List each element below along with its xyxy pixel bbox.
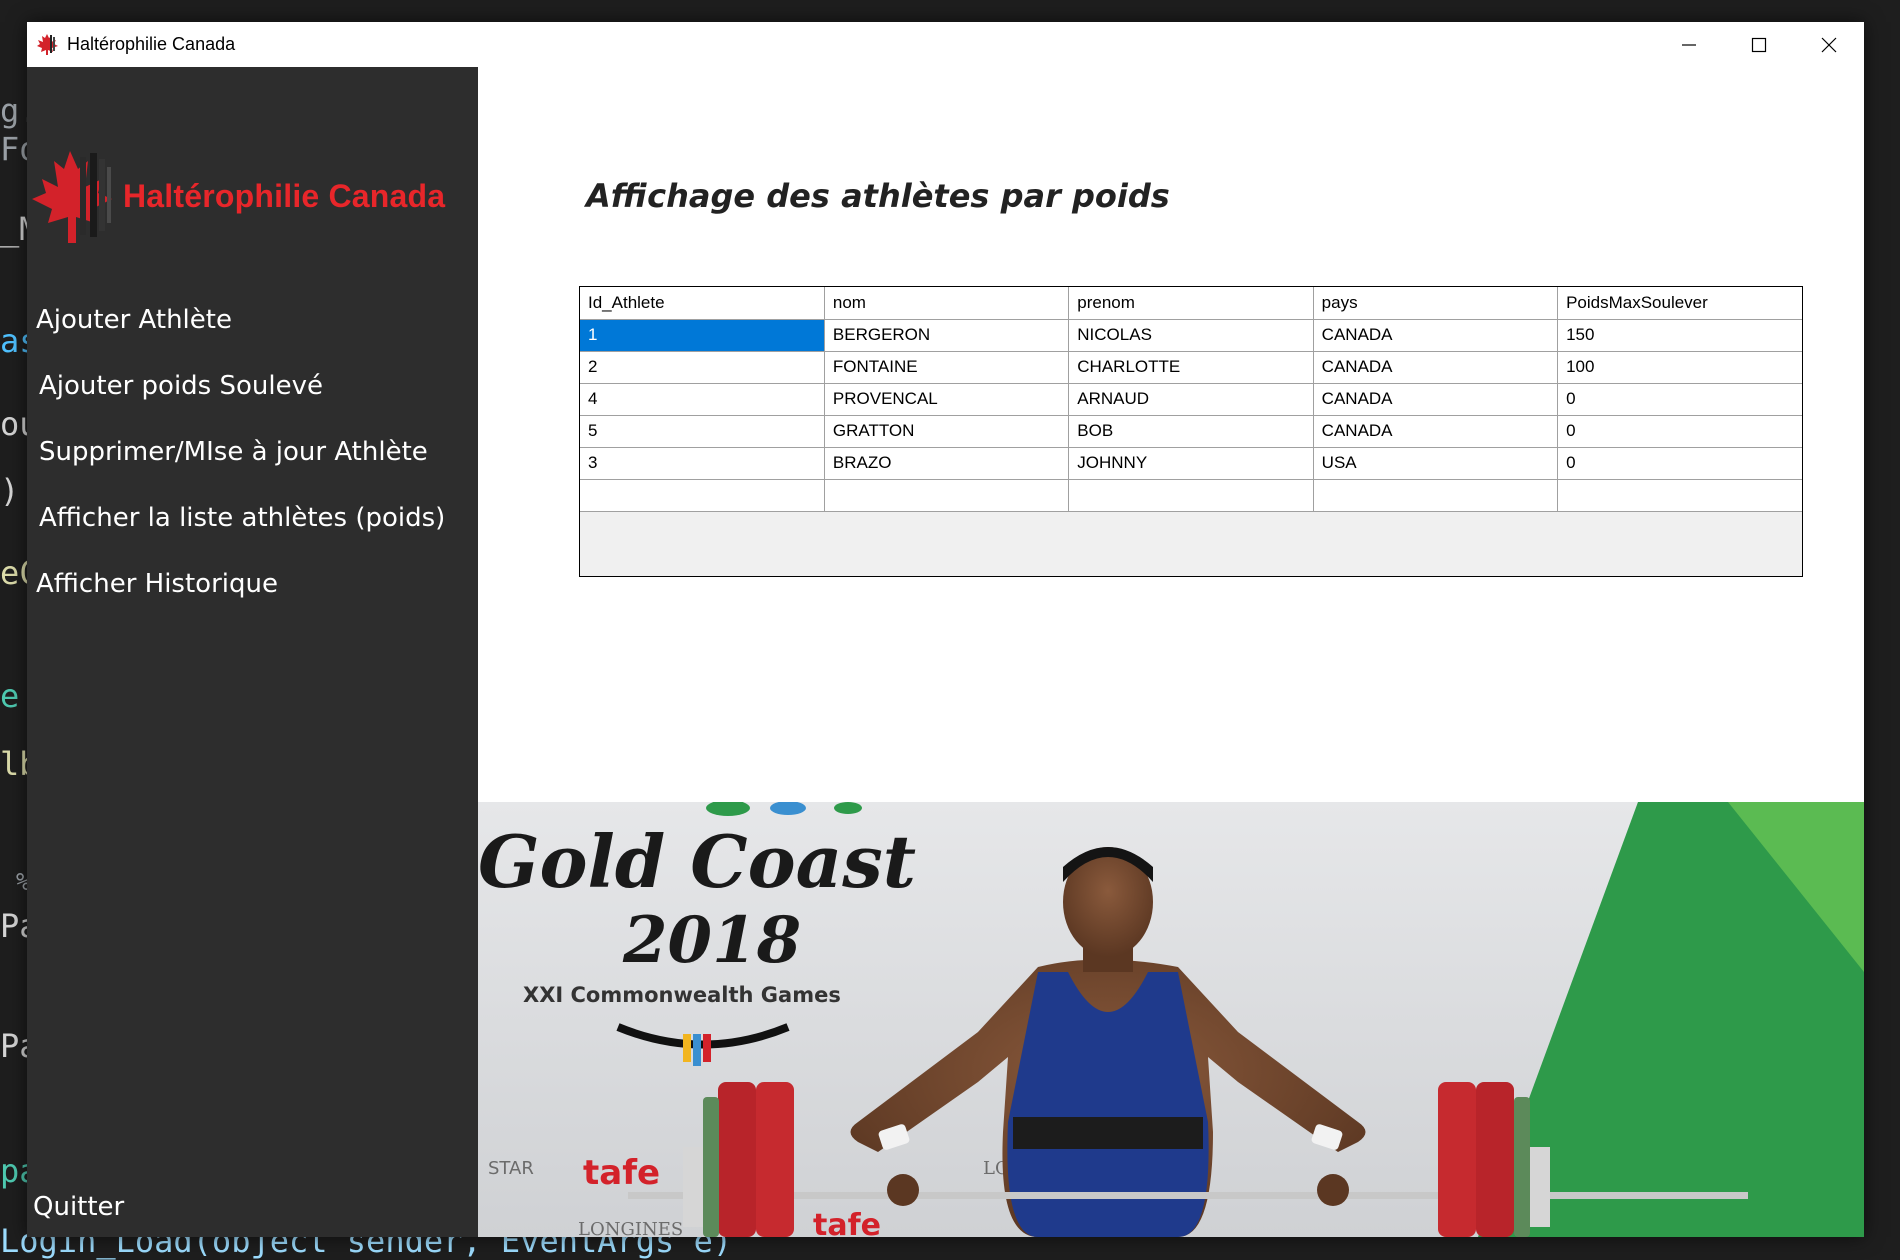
- sidebar: Haltérophilie Canada Ajouter Athlète Ajo…: [27, 67, 478, 1237]
- maple-leaf-barbell-logo: [32, 151, 112, 243]
- table-cell[interactable]: [1312, 478, 1559, 512]
- table-row[interactable]: 3 BRAZO JOHNNY USA 0: [580, 446, 1802, 480]
- page-title: Affichage des athlètes par poids: [586, 177, 1170, 215]
- table-row[interactable]: 5 GRATTON BOB CANADA 0: [580, 414, 1802, 448]
- table-cell[interactable]: [580, 478, 825, 512]
- new-row[interactable]: [580, 478, 1802, 512]
- table-cell[interactable]: 1: [580, 318, 825, 352]
- table-cell[interactable]: 0: [1557, 446, 1802, 480]
- weightlifter-photo: Gold Coast 2018 XXI Commonwealth Games t…: [478, 802, 1864, 1237]
- column-header-nom[interactable]: nom: [823, 287, 1070, 320]
- table-cell[interactable]: 5: [580, 414, 825, 448]
- table-cell[interactable]: CANADA: [1312, 318, 1559, 352]
- table-cell[interactable]: PROVENCAL: [823, 382, 1070, 416]
- event-subtitle-text: XXI Commonwealth Games: [523, 983, 841, 1007]
- table-cell[interactable]: CHARLOTTE: [1068, 350, 1314, 384]
- table-cell[interactable]: 0: [1557, 414, 1802, 448]
- maximize-button[interactable]: [1724, 22, 1794, 67]
- app-window: Haltérophilie Canada Haltérophilie Canad…: [27, 22, 1864, 1237]
- nav-add-athlete[interactable]: Ajouter Athlète: [36, 305, 232, 335]
- table-cell[interactable]: FONTAINE: [823, 350, 1070, 384]
- main-content: Affichage des athlètes par poids Id_Athl…: [478, 67, 1864, 1237]
- athletes-table: Id_Athlete nom prenom pays PoidsMaxSoule…: [580, 287, 1802, 512]
- table-cell[interactable]: BRAZO: [823, 446, 1070, 480]
- nav-add-lifted-weight[interactable]: Ajouter poids Soulevé: [39, 371, 323, 401]
- table-cell[interactable]: 150: [1557, 318, 1802, 352]
- table-cell[interactable]: BOB: [1068, 414, 1314, 448]
- table-cell[interactable]: GRATTON: [823, 414, 1070, 448]
- table-row[interactable]: 1 BERGERON NICOLAS CANADA 150: [580, 318, 1802, 352]
- event-year-text: 2018: [622, 903, 801, 978]
- table-cell[interactable]: [1557, 478, 1802, 512]
- table-cell[interactable]: 0: [1557, 382, 1802, 416]
- sponsor-text: STAR: [488, 1158, 534, 1179]
- minimize-button[interactable]: [1654, 22, 1724, 67]
- column-header-pays[interactable]: pays: [1312, 287, 1559, 320]
- table-cell[interactable]: 100: [1557, 350, 1802, 384]
- sponsor-text: LONGINES: [578, 1219, 683, 1237]
- maximize-icon: [1751, 37, 1767, 52]
- table-cell[interactable]: BERGERON: [823, 318, 1070, 352]
- table-cell[interactable]: CANADA: [1312, 382, 1559, 416]
- code-fragment: e: [0, 677, 20, 715]
- table-cell[interactable]: ARNAUD: [1068, 382, 1314, 416]
- table-cell[interactable]: NICOLAS: [1068, 318, 1314, 352]
- minimize-icon: [1682, 43, 1696, 46]
- table-header-row: Id_Athlete nom prenom pays PoidsMaxSoule…: [580, 287, 1802, 320]
- table-cell[interactable]: JOHNNY: [1068, 446, 1314, 480]
- event-title-text: Gold Coast: [478, 819, 916, 904]
- table-cell[interactable]: [1068, 478, 1314, 512]
- table-cell[interactable]: CANADA: [1312, 414, 1559, 448]
- athletes-data-grid[interactable]: Id_Athlete nom prenom pays PoidsMaxSoule…: [579, 286, 1803, 577]
- table-row[interactable]: 4 PROVENCAL ARNAUD CANADA 0: [580, 382, 1802, 416]
- window-title: Haltérophilie Canada: [67, 34, 236, 54]
- sponsor-text: tafe: [583, 1153, 660, 1193]
- table-cell[interactable]: 2: [580, 350, 825, 384]
- table-row[interactable]: 2 FONTAINE CHARLOTTE CANADA 100: [580, 350, 1802, 384]
- nav-history[interactable]: Afficher Historique: [36, 569, 278, 599]
- column-header-prenom[interactable]: prenom: [1068, 287, 1314, 320]
- column-header-id[interactable]: Id_Athlete: [580, 287, 825, 320]
- table-cell[interactable]: 3: [580, 446, 825, 480]
- brand-name: Haltérophilie Canada: [123, 178, 446, 214]
- column-header-poids-max[interactable]: PoidsMaxSoulever: [1557, 287, 1802, 320]
- close-button[interactable]: [1794, 22, 1864, 67]
- table-cell[interactable]: CANADA: [1312, 350, 1559, 384]
- quit-button[interactable]: Quitter: [33, 1192, 124, 1222]
- title-bar[interactable]: Haltérophilie Canada: [27, 22, 1864, 67]
- table-cell[interactable]: [823, 478, 1070, 512]
- code-fragment: ): [0, 472, 20, 510]
- nav-delete-update-athlete[interactable]: Supprimer/MIse à jour Athlète: [39, 437, 428, 467]
- close-icon: [1821, 37, 1837, 52]
- sponsor-text: tafe: [813, 1208, 881, 1237]
- nav-athlete-list-by-weight[interactable]: Afficher la liste athlètes (poids): [39, 503, 445, 533]
- table-cell[interactable]: 4: [580, 382, 825, 416]
- table-cell[interactable]: USA: [1312, 446, 1559, 480]
- maple-leaf-app-icon: [37, 34, 58, 55]
